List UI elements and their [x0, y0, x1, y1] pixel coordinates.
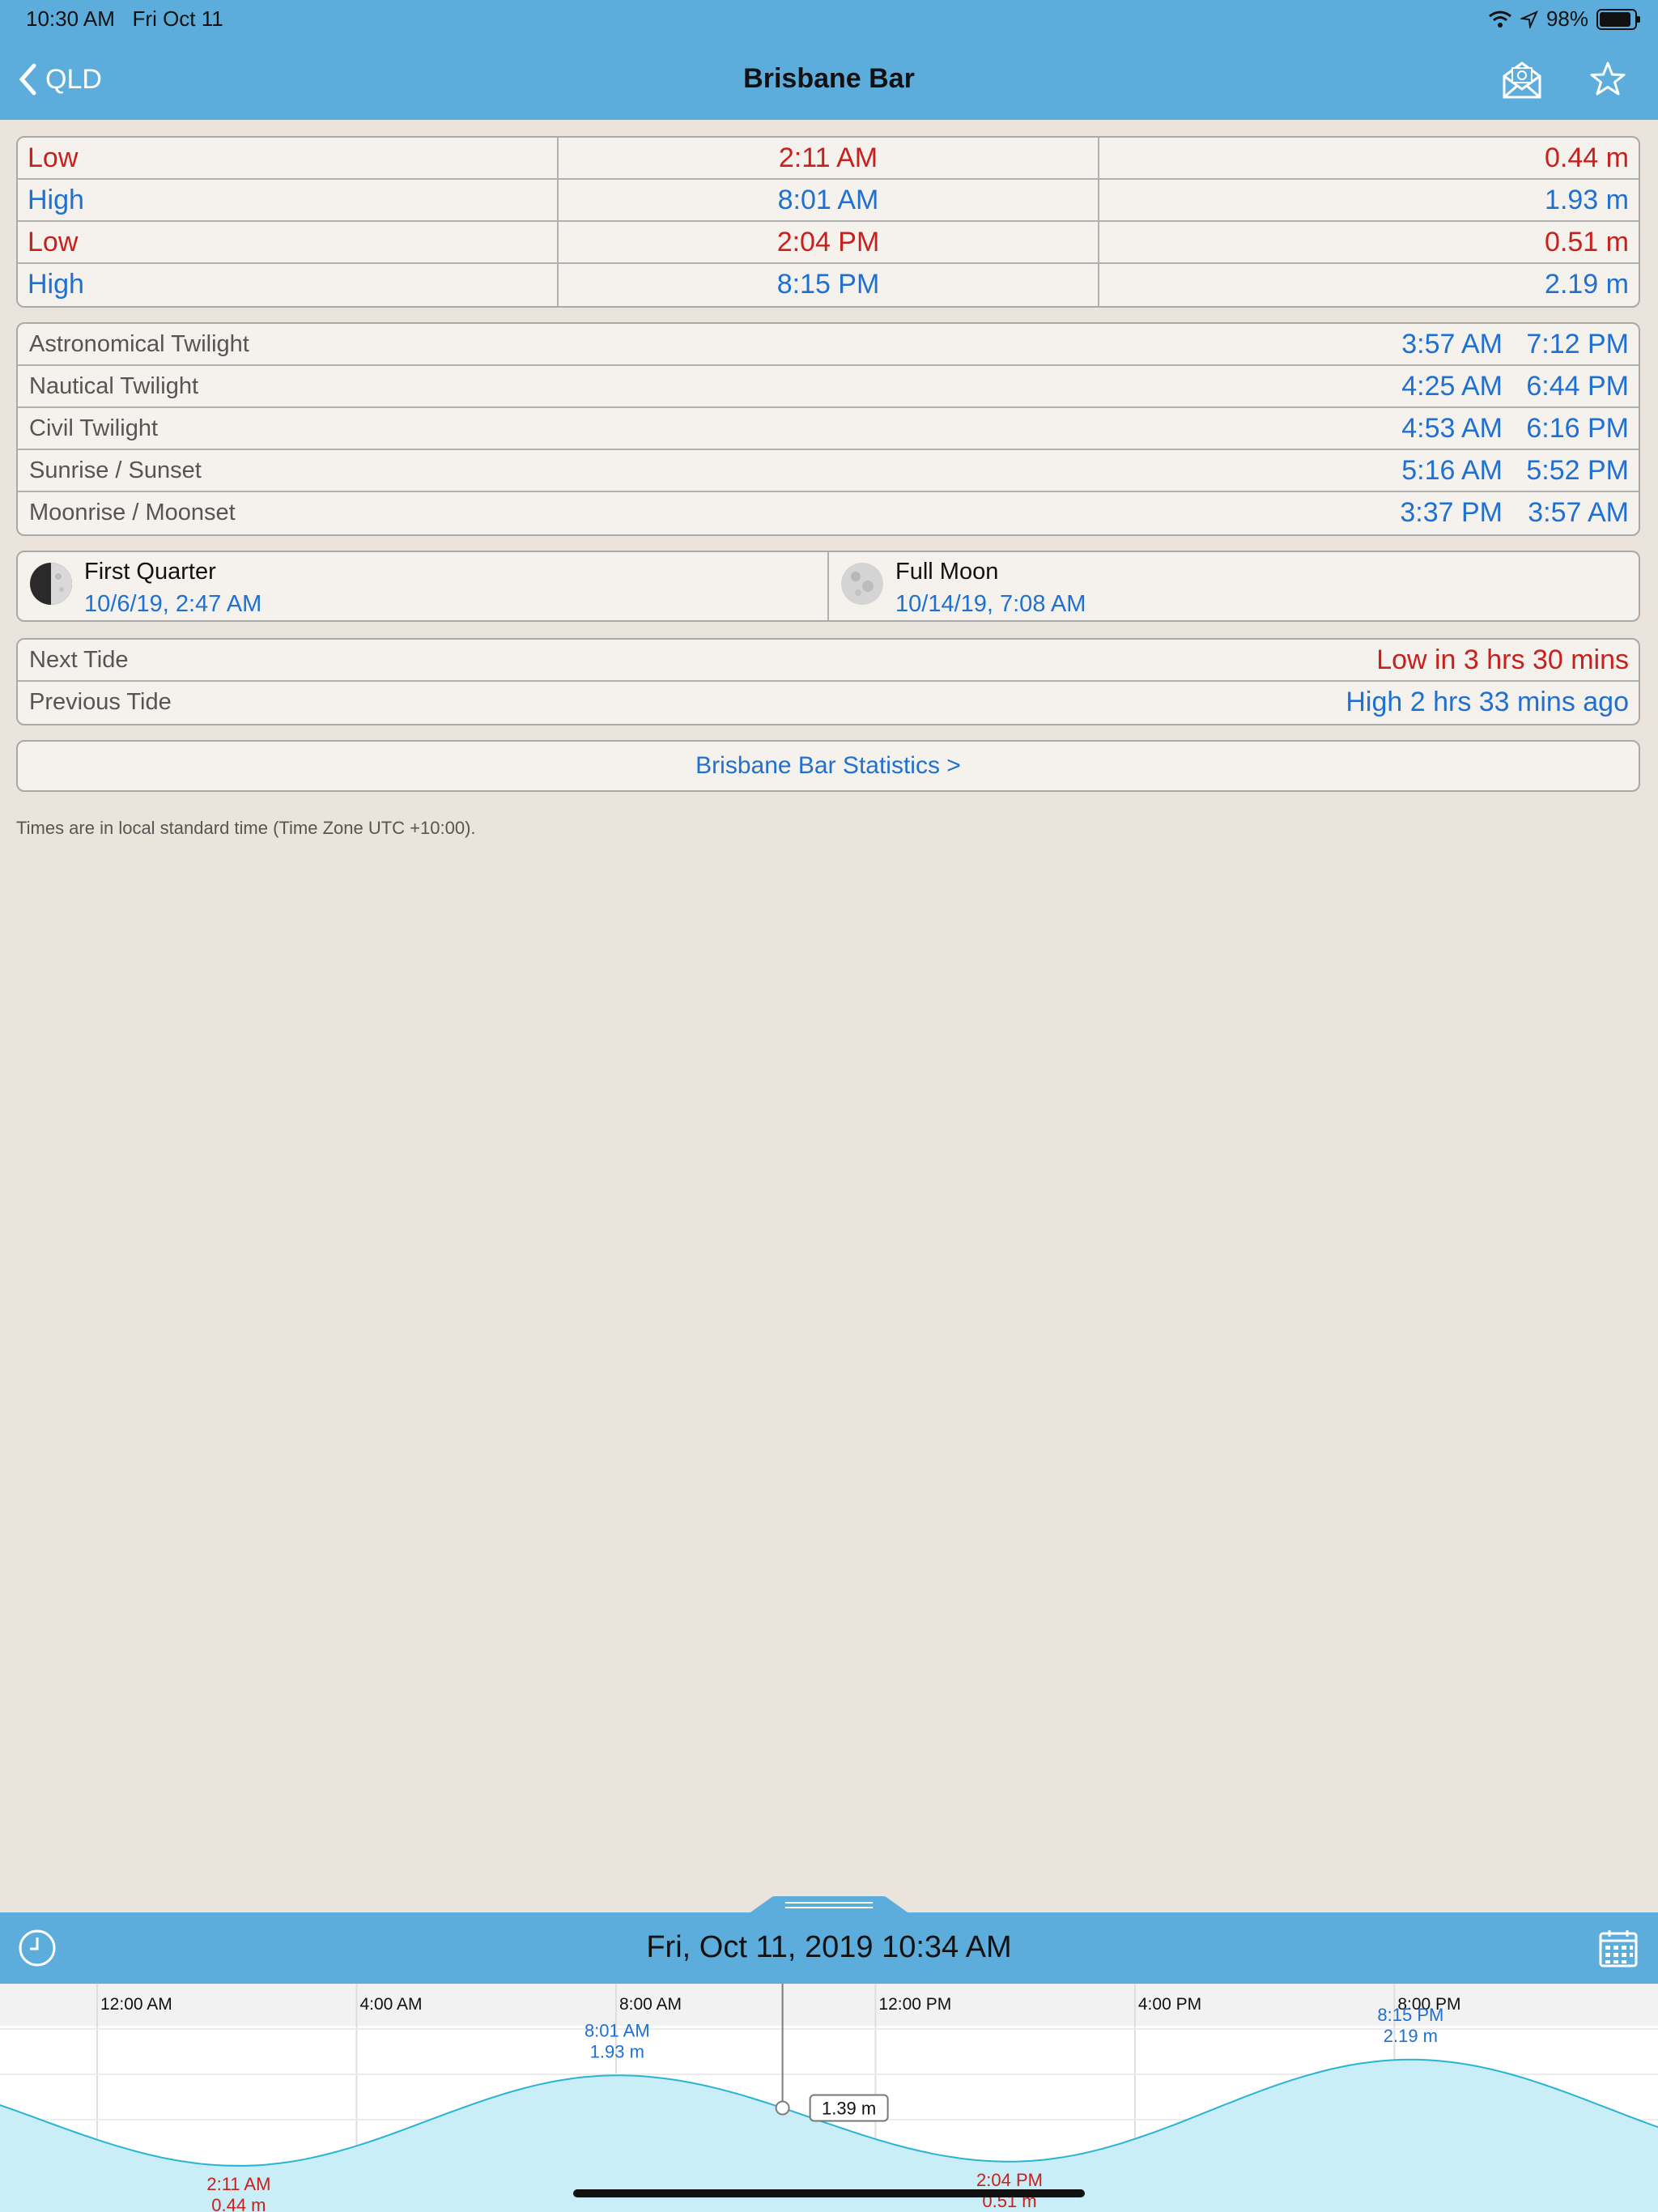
- end-time: 5:52 PM: [1526, 455, 1629, 486]
- status-bar-time: 10:30 AM Fri Oct 11: [26, 6, 223, 32]
- next-tide-label: Next Tide: [29, 647, 129, 673]
- home-indicator: [573, 2189, 1085, 2197]
- next-tide-value: Low in 3 hrs 30 mins: [1376, 644, 1629, 675]
- full-moon-icon: [841, 563, 883, 605]
- tide-row: Low 2:04 PM 0.51 m: [18, 222, 1639, 264]
- start-time: 5:16 AM: [1401, 455, 1503, 486]
- first-quarter-moon-icon: [30, 563, 72, 605]
- row-label: Moonrise / Moonset: [29, 500, 236, 525]
- tide-row: High 8:15 PM 2.19 m: [18, 264, 1639, 306]
- tide-extreme-time: 2:11 AM: [206, 2174, 270, 2194]
- tide-time: 8:15 PM: [557, 264, 1098, 306]
- sun-moon-row: Civil Twilight 4:53 AM 6:16 PM: [18, 408, 1639, 450]
- tide-time: 2:04 PM: [557, 222, 1098, 262]
- start-time: 3:37 PM: [1400, 497, 1503, 528]
- moon-phase-date: 10/14/19, 7:08 AM: [895, 591, 1086, 617]
- moon-phase-date: 10/6/19, 2:47 AM: [84, 591, 262, 617]
- calendar-icon[interactable]: [1598, 1929, 1639, 1969]
- time-axis-label: 4:00 PM: [1138, 1995, 1201, 2014]
- tide-extreme-height: 2.19 m: [1384, 2026, 1438, 2046]
- location-icon: [1520, 10, 1538, 28]
- moon-phase-name: Full Moon: [895, 559, 999, 585]
- graph-date-label: Fri, Oct 11, 2019 10:34 AM: [646, 1930, 1012, 1964]
- end-time: 6:44 PM: [1526, 371, 1629, 402]
- tide-extreme-height: 0.44 m: [211, 2195, 266, 2212]
- statistics-button[interactable]: Brisbane Bar Statistics >: [16, 740, 1640, 792]
- moon-phase-first-quarter: First Quarter 10/6/19, 2:47 AM: [18, 552, 827, 620]
- page-title: Brisbane Bar: [743, 63, 915, 94]
- sun-moon-times-table: Astronomical Twilight 3:57 AM 7:12 PM Na…: [16, 322, 1640, 536]
- status-time: 10:30 AM: [26, 6, 115, 31]
- time-axis-label: 8:00 AM: [619, 1995, 682, 2014]
- row-label: Nautical Twilight: [29, 373, 199, 399]
- next-tide-row: Next Tide Low in 3 hrs 30 mins: [18, 640, 1639, 682]
- tide-extreme-time: 8:01 AM: [585, 2020, 650, 2040]
- end-time: 6:16 PM: [1526, 413, 1629, 444]
- tide-times-table: Low 2:11 AM 0.44 m High 8:01 AM 1.93 m L…: [16, 136, 1640, 308]
- row-label: Civil Twilight: [29, 415, 159, 441]
- wifi-icon: [1489, 11, 1511, 28]
- start-time: 3:57 AM: [1401, 329, 1503, 359]
- drawer-handle[interactable]: [748, 1896, 910, 1914]
- sun-moon-row: Moonrise / Moonset 3:37 PM 3:57 AM: [18, 492, 1639, 534]
- previous-tide-row: Previous Tide High 2 hrs 33 mins ago: [18, 682, 1639, 724]
- previous-tide-label: Previous Tide: [29, 689, 172, 715]
- tide-extreme-time: 8:15 PM: [1377, 2005, 1443, 2025]
- tide-type: High: [28, 185, 84, 215]
- start-time: 4:25 AM: [1401, 371, 1503, 402]
- start-time: 4:53 AM: [1401, 413, 1503, 444]
- tide-status-table: Next Tide Low in 3 hrs 30 mins Previous …: [16, 638, 1640, 725]
- current-height-tag: 1.39 m: [809, 2094, 889, 2122]
- row-label: Sunrise / Sunset: [29, 457, 202, 483]
- moon-phase-name: First Quarter: [84, 559, 216, 585]
- status-date: Fri Oct 11: [132, 6, 223, 31]
- timezone-note: Times are in local standard time (Time Z…: [16, 818, 476, 838]
- current-height-label: 1.39 m: [822, 2098, 876, 2118]
- end-time: 3:57 AM: [1528, 497, 1629, 528]
- tide-type: Low: [28, 227, 79, 257]
- tide-height: 2.19 m: [1098, 264, 1639, 306]
- tide-type: Low: [28, 143, 79, 173]
- tide-extreme-time: 2:04 PM: [976, 2170, 1043, 2190]
- moon-phases: First Quarter 10/6/19, 2:47 AM Full Moon…: [16, 551, 1640, 622]
- end-time: 7:12 PM: [1526, 329, 1629, 359]
- graph-toolbar: Fri, Oct 11, 2019 10:34 AM: [0, 1912, 1658, 1984]
- tide-type: High: [28, 269, 84, 300]
- time-axis-label: 12:00 PM: [878, 1995, 951, 2014]
- battery-icon: [1596, 8, 1640, 30]
- previous-tide-value: High 2 hrs 33 mins ago: [1346, 687, 1629, 717]
- moon-phase-full-moon: Full Moon 10/14/19, 7:08 AM: [827, 552, 1639, 620]
- tide-row: High 8:01 AM 1.93 m: [18, 180, 1639, 222]
- navigation-bar: 10:30 AM Fri Oct 11 98% QLD Brisbane Bar: [0, 0, 1658, 120]
- tide-extreme-height: 1.93 m: [590, 2041, 644, 2061]
- tide-graph[interactable]: 12:00 AM 4:00 AM 8:00 AM 12:00 PM 4:00 PM 8:0…: [0, 1984, 1658, 2212]
- tide-height: 0.44 m: [1098, 138, 1639, 178]
- sun-moon-row: Nautical Twilight 4:25 AM 6:44 PM: [18, 366, 1639, 408]
- current-time-marker: [775, 2100, 790, 2116]
- time-axis-label: 4:00 AM: [359, 1995, 422, 2014]
- tide-time: 2:11 AM: [557, 138, 1098, 178]
- sun-moon-row: Sunrise / Sunset 5:16 AM 5:52 PM: [18, 450, 1639, 492]
- star-icon[interactable]: [1585, 57, 1630, 102]
- battery-percent: 98%: [1545, 6, 1588, 31]
- tide-row: Low 2:11 AM 0.44 m: [18, 138, 1639, 180]
- status-bar-right: 98%: [1488, 6, 1640, 32]
- row-label: Astronomical Twilight: [29, 331, 249, 357]
- sun-moon-row: Astronomical Twilight 3:57 AM 7:12 PM: [18, 324, 1639, 366]
- tide-time: 8:01 AM: [557, 180, 1098, 220]
- time-axis-label: 12:00 AM: [100, 1995, 172, 2014]
- mail-icon[interactable]: [1499, 57, 1545, 102]
- tide-height: 0.51 m: [1098, 222, 1639, 262]
- tide-height: 1.93 m: [1098, 180, 1639, 220]
